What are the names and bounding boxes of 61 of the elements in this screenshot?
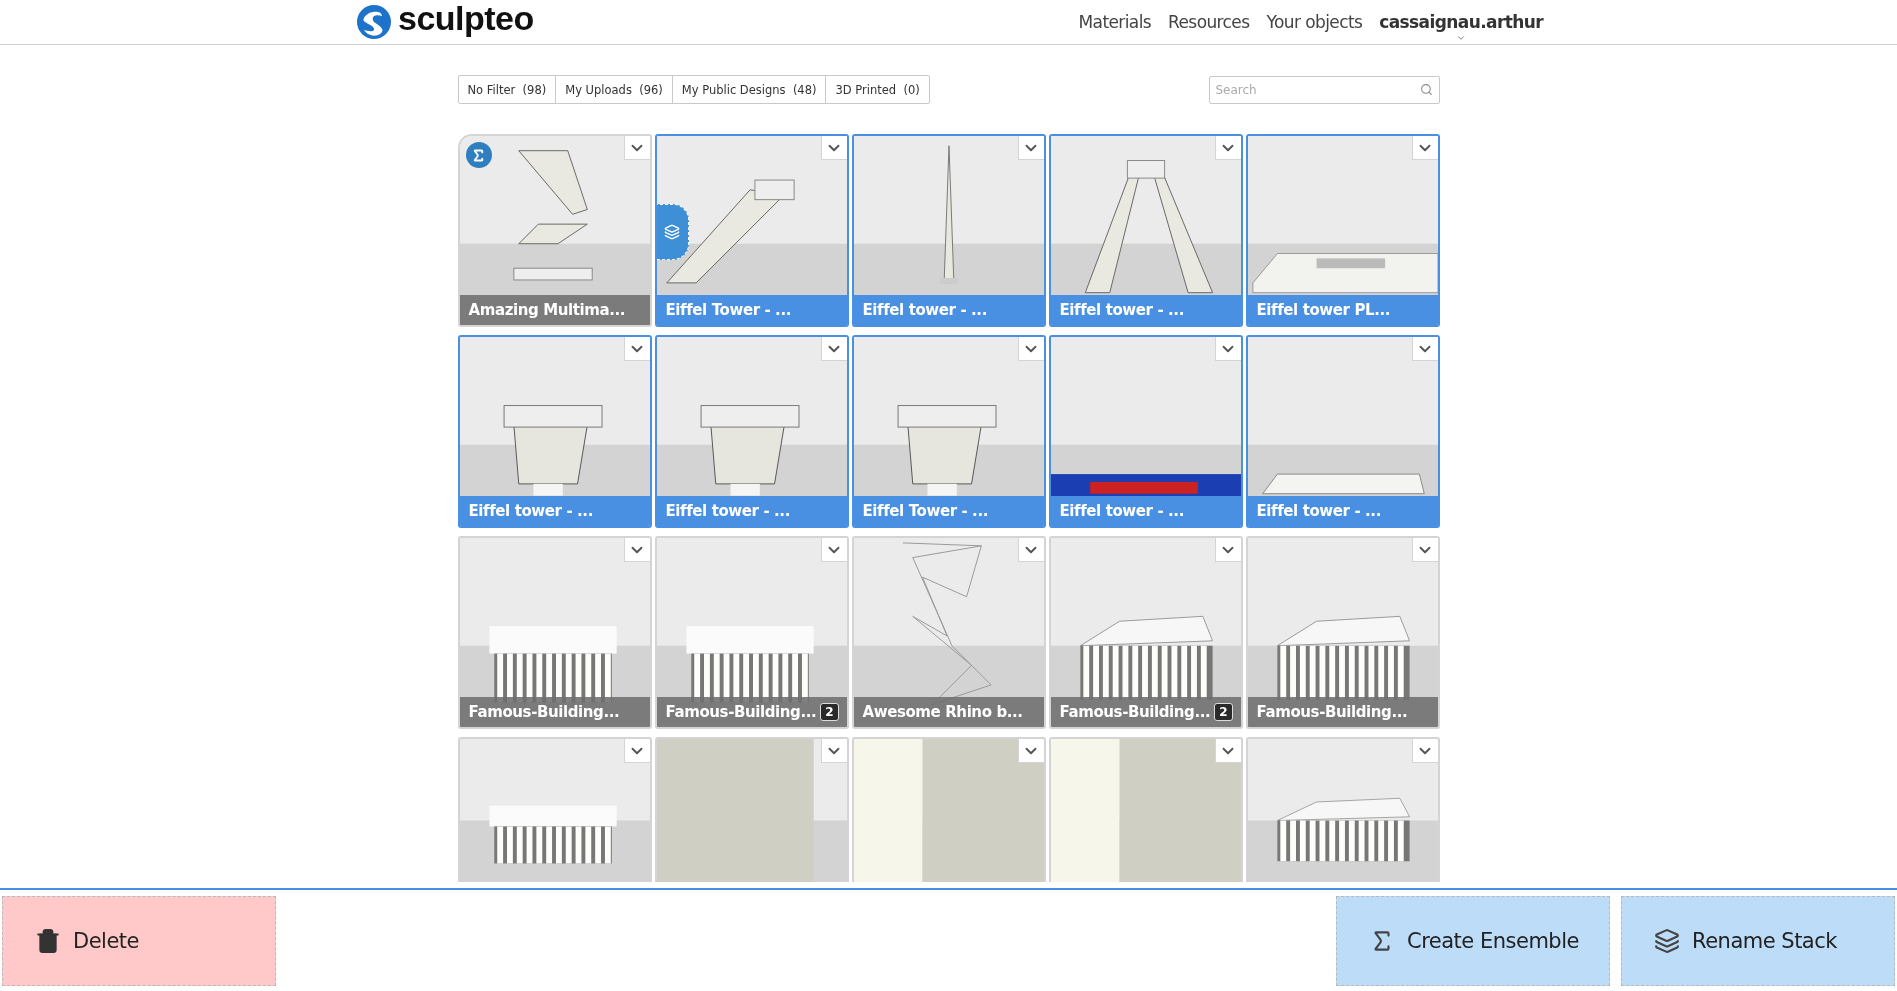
- action-button[interactable]: Rename Stack: [1621, 895, 1895, 986]
- object-title: Eiffel Tower - ...: [862, 502, 988, 520]
- search-icon: [1419, 82, 1433, 96]
- object-title: Awesome Rhino b...: [862, 703, 1023, 721]
- object-tile[interactable]: Amazing Multima...: [457, 134, 652, 327]
- nav-link[interactable]: Resources: [1168, 11, 1250, 32]
- dropdown-button[interactable]: [1214, 739, 1241, 763]
- object-tile[interactable]: Famous-Building... 2: [1048, 536, 1243, 729]
- object-title: Famous-Building...: [468, 703, 620, 721]
- object-title: Eiffel tower - ...: [468, 502, 593, 520]
- dropdown-button[interactable]: [623, 337, 650, 361]
- object-title: Eiffel Tower - ...: [665, 301, 791, 319]
- filter-button[interactable]: 3D Printed (0): [825, 75, 930, 104]
- logo-text[interactable]: sculpteo: [398, 0, 534, 38]
- dropdown-button[interactable]: [1017, 136, 1044, 160]
- filter-button[interactable]: My Public Designs (48): [671, 75, 827, 104]
- trash-icon: [35, 927, 61, 954]
- object-title: Eiffel tower - ...: [1059, 301, 1184, 319]
- object-tile[interactable]: Famous-Building... 2: [654, 536, 849, 729]
- object-title: Amazing Multima...: [468, 301, 626, 319]
- dropdown-button[interactable]: [820, 538, 847, 562]
- dropdown-button[interactable]: [1411, 739, 1438, 763]
- object-tile[interactable]: Famous-Building...: [457, 536, 652, 729]
- count-badge: 2: [820, 703, 839, 721]
- layers-icon[interactable]: [656, 204, 689, 260]
- layers-icon: [1654, 927, 1680, 954]
- object-title: Eiffel tower - ...: [1059, 502, 1184, 520]
- dropdown-button[interactable]: [1214, 337, 1241, 361]
- dropdown-button[interactable]: [623, 538, 650, 562]
- dropdown-button[interactable]: [1214, 538, 1241, 562]
- object-title: Eiffel tower - ...: [862, 301, 987, 319]
- dropdown-button[interactable]: [1017, 538, 1044, 562]
- count-badge: 2: [1214, 703, 1233, 721]
- object-title: Eiffel tower - ...: [665, 502, 790, 520]
- nav-link[interactable]: Materials: [1078, 11, 1152, 32]
- dropdown-button[interactable]: [820, 739, 847, 763]
- object-title: Famous-Building...: [1059, 703, 1211, 721]
- dropdown-button[interactable]: [623, 739, 650, 763]
- dropdown-button[interactable]: [623, 136, 650, 160]
- dropdown-button[interactable]: [820, 136, 847, 160]
- action-button[interactable]: Create Ensemble: [1336, 895, 1610, 986]
- object-title: Eiffel tower PL...: [1256, 301, 1391, 319]
- object-tile[interactable]: Awesome Rhino b...: [851, 536, 1046, 729]
- object-tile[interactable]: Famous-Building...: [1245, 536, 1440, 729]
- dropdown-button[interactable]: [1411, 136, 1438, 160]
- object-title: Eiffel tower - ...: [1256, 502, 1381, 520]
- user-menu[interactable]: cassaignau.arthur: [1379, 11, 1543, 32]
- object-title: Famous-Building...: [1256, 703, 1408, 721]
- object-title: Famous-Building...: [665, 703, 817, 721]
- dropdown-button[interactable]: [1411, 337, 1438, 361]
- search-field[interactable]: Search: [1208, 75, 1440, 104]
- dropdown-button[interactable]: [1411, 538, 1438, 562]
- logo-icon: [356, 4, 392, 40]
- dropdown-button[interactable]: [820, 337, 847, 361]
- dropdown-button[interactable]: [1214, 136, 1241, 160]
- dropdown-button[interactable]: [1017, 739, 1044, 763]
- delete-button[interactable]: Delete: [2, 895, 276, 986]
- nav-link[interactable]: Your objects: [1266, 11, 1363, 32]
- dropdown-button[interactable]: [1017, 337, 1044, 361]
- filter-button[interactable]: No Filter (98): [457, 75, 557, 104]
- filter-button[interactable]: My Uploads (96): [555, 75, 673, 104]
